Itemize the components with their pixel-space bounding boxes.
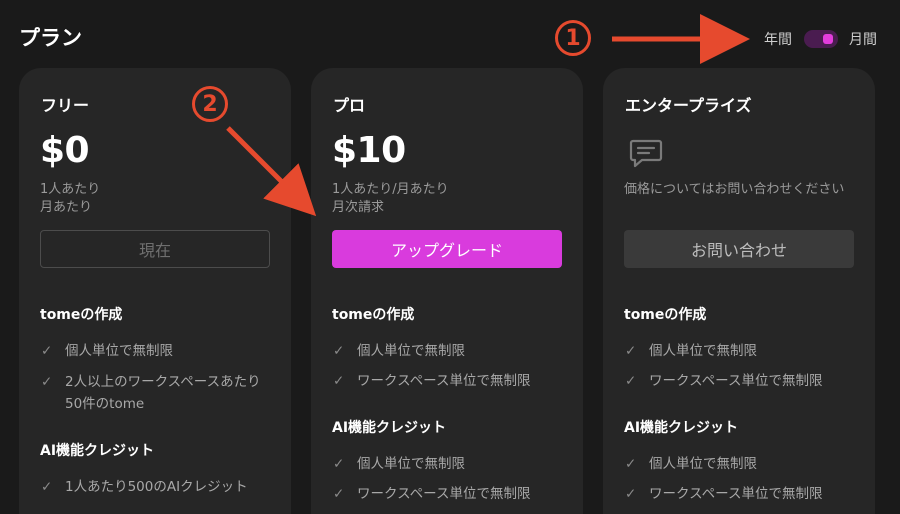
annotation-arrows	[226, 14, 750, 217]
annotation-marker-2: 2	[192, 86, 228, 122]
arrow-to-upgrade-button	[226, 126, 317, 217]
annotation-marker-1: 1	[555, 20, 591, 56]
